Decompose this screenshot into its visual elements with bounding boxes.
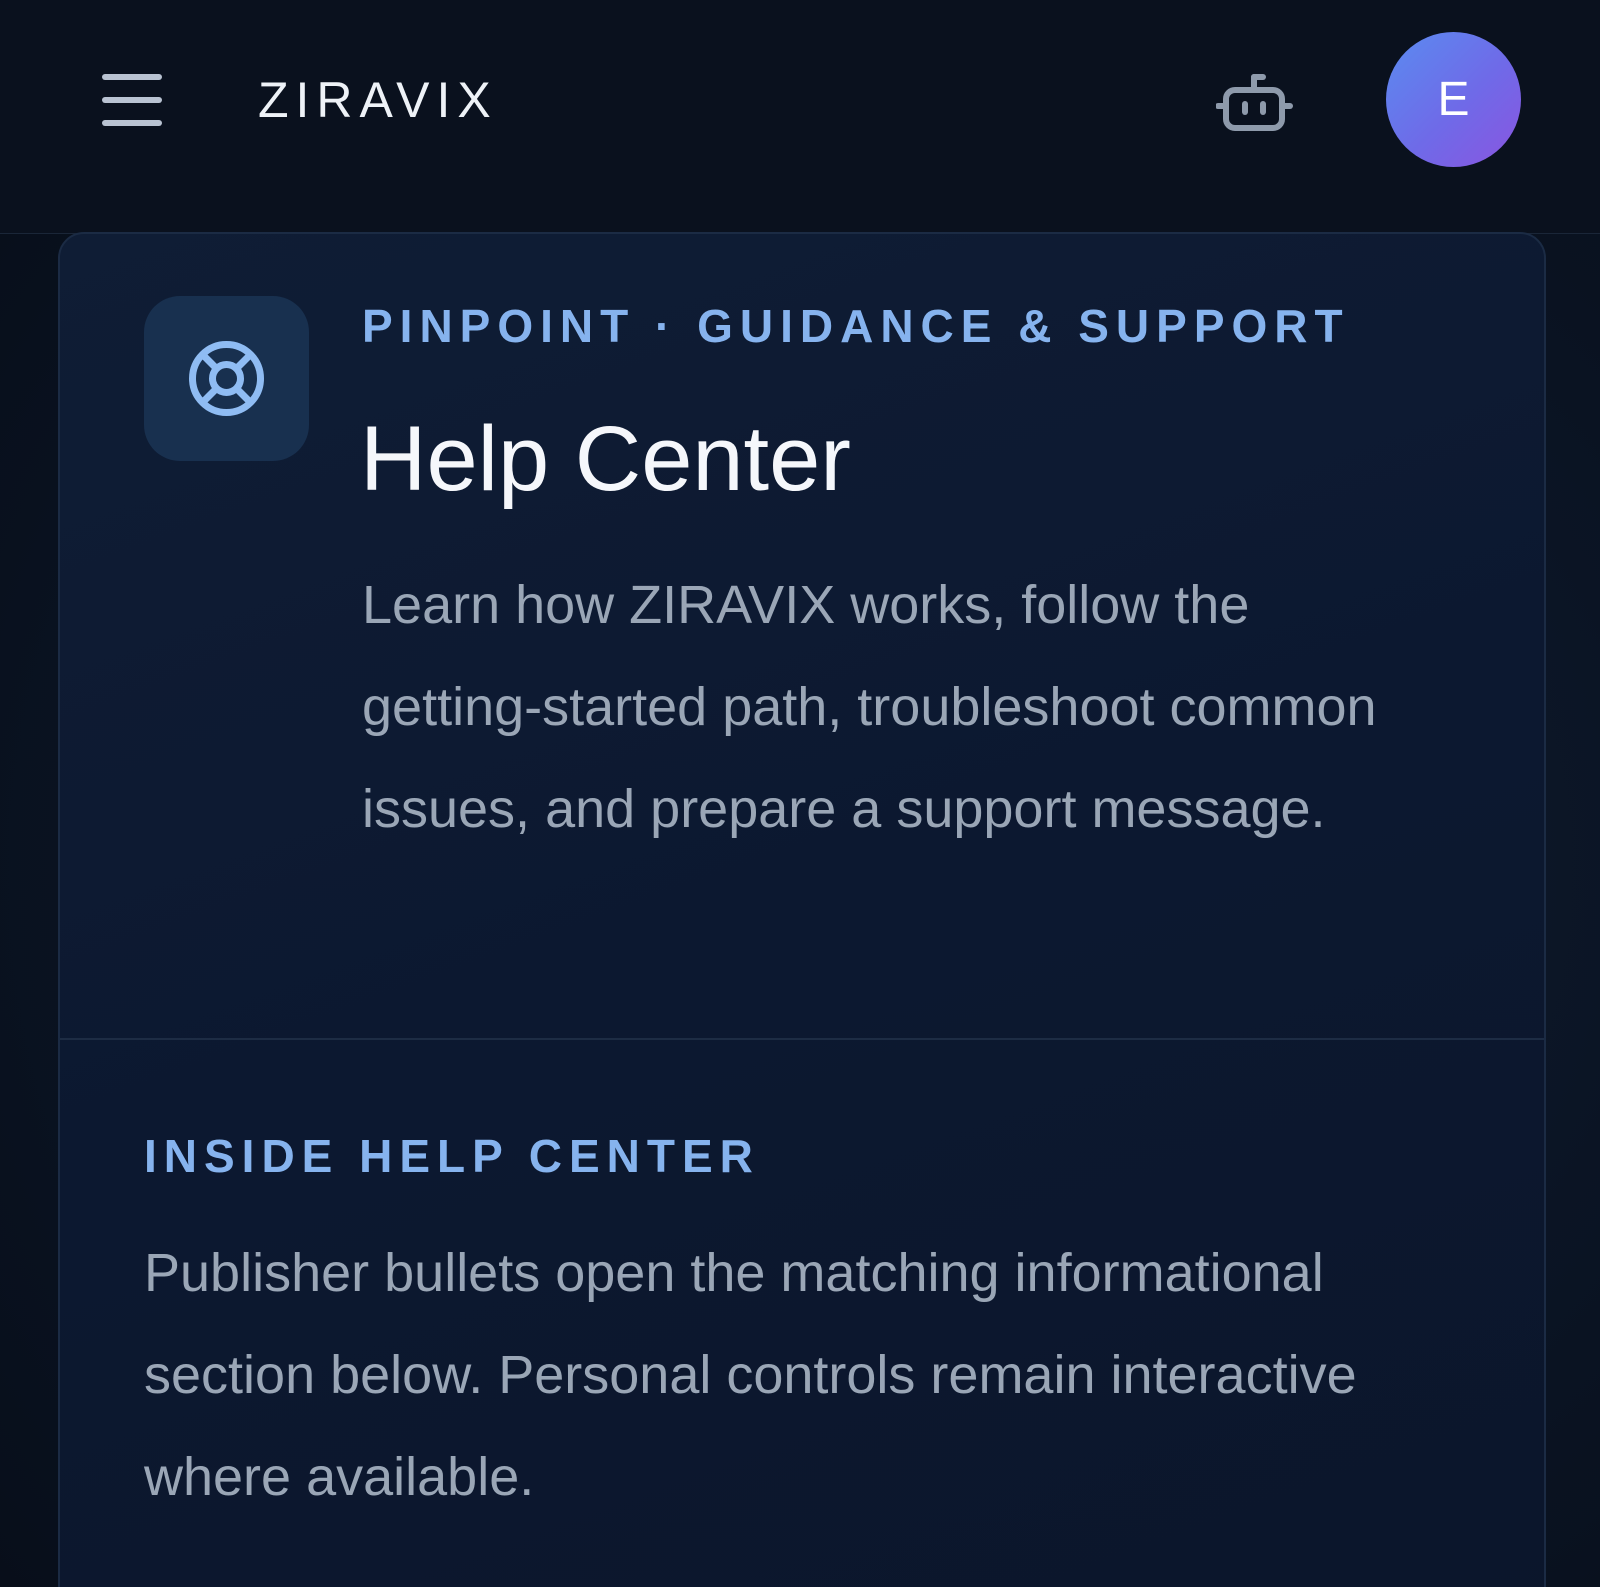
- page-title: Help Center: [360, 408, 851, 510]
- inside-help-center-heading: INSIDE HELP CENTER: [144, 1130, 760, 1182]
- lifebuoy-icon: [189, 341, 264, 416]
- hamburger-menu-icon-line: [102, 120, 162, 126]
- user-avatar[interactable]: E: [1386, 32, 1521, 167]
- robot-icon: [1215, 74, 1293, 131]
- hamburger-menu-icon-line: [102, 97, 162, 103]
- top-app-bar: ZIRAVIX E: [0, 0, 1600, 234]
- menu-button[interactable]: [98, 72, 166, 128]
- section-divider: [60, 1038, 1544, 1040]
- section-eyebrow: PINPOINT · GUIDANCE & SUPPORT: [362, 300, 1350, 352]
- inside-help-center-description: Publisher bullets open the matching info…: [144, 1243, 1357, 1507]
- hamburger-menu-icon: [102, 74, 162, 80]
- brand-logo-text[interactable]: ZIRAVIX: [258, 70, 498, 130]
- page-description: Learn how ZIRAVIX works, follow the gett…: [362, 575, 1377, 839]
- help-center-card: PINPOINT · GUIDANCE & SUPPORT Help Cente…: [58, 232, 1546, 1587]
- assistant-button[interactable]: [1215, 64, 1296, 144]
- lifebuoy-icon-tile: [144, 296, 309, 461]
